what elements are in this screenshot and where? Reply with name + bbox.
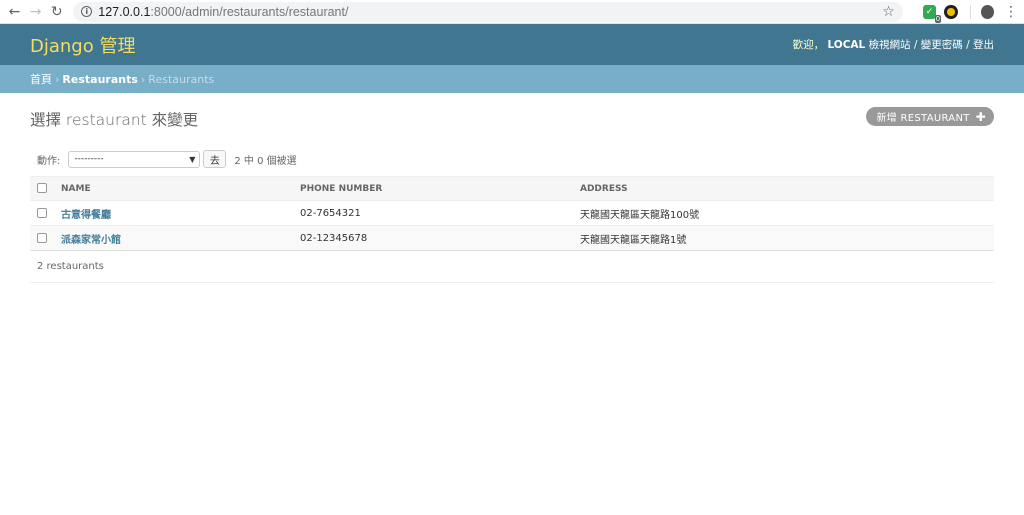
actions-bar: 動作: --------- ▼ 去 2 中 0 個被選 [30,150,994,168]
moon-extension-icon[interactable] [944,4,958,19]
main-content: 選擇 restaurant 來變更 新增 RESTAURANT ✚ 動作: --… [0,93,1024,283]
restaurant-name-link[interactable]: 古意得餐廳 [61,210,111,221]
results-table: NAME PHONE NUMBER ADDRESS 古意得餐廳 02-76543… [30,176,994,251]
dropdown-arrow-icon: ▼ [189,154,196,164]
select-all-checkbox[interactable] [37,183,47,194]
phone-cell: 02-7654321 [300,207,361,219]
name-cell: 派森家常小館 [61,226,300,251]
reload-icon[interactable]: ↻ [46,1,67,23]
action-select[interactable]: --------- ▼ [68,150,201,168]
add-restaurant-button[interactable]: 新增 RESTAURANT ✚ [866,107,994,126]
action-label: 動作: [37,155,61,167]
logout-link[interactable]: 登出 [973,39,994,51]
selection-counter: 2 中 0 個被選 [234,155,297,167]
breadcrumb-home[interactable]: 首頁 [30,71,52,87]
address-cell: 天龍國天龍區天龍路100號 [580,209,700,221]
table-row: 古意得餐廳 02-7654321 天龍國天龍區天龍路100號 [30,201,994,226]
row-checkbox[interactable] [37,232,47,243]
page-title: 選擇 restaurant 來變更 [30,111,199,129]
site-branding[interactable]: Django 管理 [30,32,135,58]
info-icon[interactable]: i [81,6,93,17]
column-header-name[interactable]: NAME [61,177,300,201]
breadcrumb-app[interactable]: Restaurants [62,73,137,86]
toolbar-divider [969,4,971,19]
url-host: 127.0.0.1 [98,4,151,19]
plus-icon: ✚ [975,109,986,124]
breadcrumb-separator: › [140,72,146,86]
breadcrumb: 首頁 › Restaurants › Restaurants [0,65,1024,93]
profile-avatar-icon[interactable] [980,4,995,19]
user-tools-separator: / [910,39,921,51]
action-selected-value: --------- [74,154,104,164]
extension-count-badge: 0 [934,14,942,23]
address-bar[interactable]: i 127.0.0.1:8000/admin/restaurants/resta… [73,1,903,22]
row-checkbox-cell [30,226,61,251]
breadcrumb-separator: › [55,72,60,86]
change-password-link[interactable]: 變更密碼 [921,39,963,51]
browser-toolbar: ← → ↻ i 127.0.0.1:8000/admin/restaurants… [0,0,1024,24]
column-header-phone[interactable]: PHONE NUMBER [300,177,580,201]
username: LOCAL [827,39,866,51]
column-header-address[interactable]: ADDRESS [580,177,994,201]
shield-extension-icon[interactable]: ✓ 0 [922,4,942,23]
user-tools-separator: / [962,39,973,51]
select-all-cell [30,177,61,201]
paginator: 2 restaurants [30,251,994,283]
admin-header: Django 管理 歡迎， LOCAL 檢視網站 / 變更密碼 / 登出 [0,24,1024,65]
table-row: 派森家常小館 02-12345678 天龍國天龍區天龍路1號 [30,225,994,251]
forward-arrow-icon[interactable]: → [25,1,46,23]
back-arrow-icon[interactable]: ← [4,1,25,23]
view-site-link[interactable]: 檢視網站 [869,39,911,51]
add-restaurant-label: 新增 RESTAURANT [876,113,970,124]
breadcrumb-current: Restaurants [148,72,215,86]
welcome-text: 歡迎， [792,39,825,51]
url-text[interactable]: 127.0.0.1:8000/admin/restaurants/restaur… [98,5,348,19]
address-cell: 天龍國天龍區天龍路1號 [580,234,687,246]
restaurant-name-link[interactable]: 派森家常小館 [61,235,121,246]
kebab-menu-icon[interactable]: ⋮ [1004,4,1018,20]
table-header-row: NAME PHONE NUMBER ADDRESS [30,176,994,201]
row-checkbox-cell [30,201,61,226]
row-checkbox[interactable] [37,207,47,218]
go-button[interactable]: 去 [203,150,227,168]
bookmark-star-icon[interactable]: ☆ [882,4,895,20]
url-path: :8000/admin/restaurants/restaurant/ [150,4,349,19]
user-tools: 歡迎， LOCAL 檢視網站 / 變更密碼 / 登出 [793,37,994,52]
phone-cell: 02-12345678 [300,232,368,244]
name-cell: 古意得餐廳 [61,201,300,226]
